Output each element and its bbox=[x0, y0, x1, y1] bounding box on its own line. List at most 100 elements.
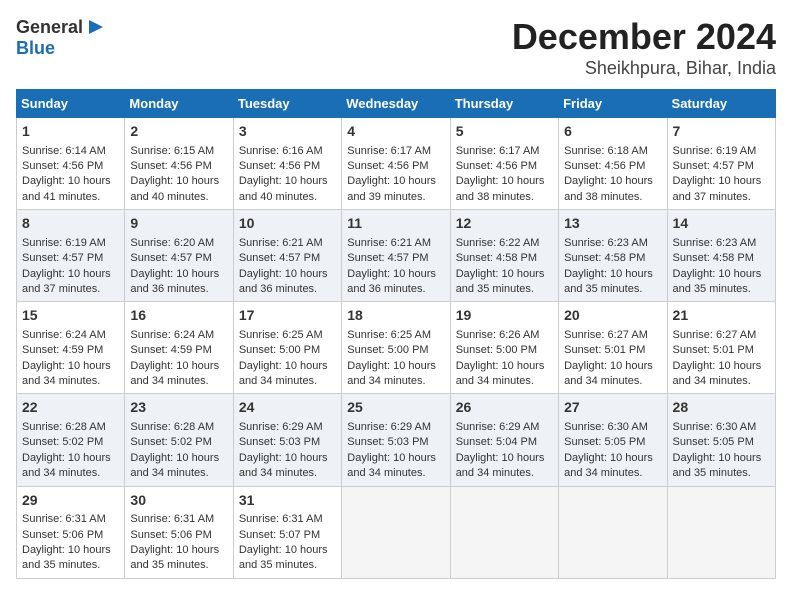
day-info-line: Daylight: 10 hours bbox=[239, 267, 336, 282]
calendar-cell: 31Sunrise: 6:31 AMSunset: 5:07 PMDayligh… bbox=[233, 486, 341, 578]
day-info-line: Sunrise: 6:27 AM bbox=[673, 328, 770, 343]
day-info-line: Sunrise: 6:16 AM bbox=[239, 144, 336, 159]
day-info-line: and 34 minutes. bbox=[130, 374, 227, 389]
day-number: 26 bbox=[456, 398, 553, 418]
day-number: 12 bbox=[456, 214, 553, 234]
day-info-line: Sunrise: 6:28 AM bbox=[22, 420, 119, 435]
day-info-line: Sunset: 5:01 PM bbox=[564, 343, 661, 358]
calendar-cell: 14Sunrise: 6:23 AMSunset: 4:58 PMDayligh… bbox=[667, 210, 775, 302]
day-info-line: Sunrise: 6:25 AM bbox=[347, 328, 444, 343]
day-info-line: Sunrise: 6:31 AM bbox=[22, 512, 119, 527]
day-info-line: Sunset: 5:02 PM bbox=[22, 435, 119, 450]
day-number: 13 bbox=[564, 214, 661, 234]
day-number: 28 bbox=[673, 398, 770, 418]
calendar-cell: 29Sunrise: 6:31 AMSunset: 5:06 PMDayligh… bbox=[17, 486, 125, 578]
day-info-line: Sunrise: 6:15 AM bbox=[130, 144, 227, 159]
calendar-cell: 2Sunrise: 6:15 AMSunset: 4:56 PMDaylight… bbox=[125, 118, 233, 210]
day-number: 5 bbox=[456, 122, 553, 142]
day-info-line: Sunrise: 6:20 AM bbox=[130, 236, 227, 251]
day-info-line: Daylight: 10 hours bbox=[347, 359, 444, 374]
calendar-week-row: 8Sunrise: 6:19 AMSunset: 4:57 PMDaylight… bbox=[17, 210, 776, 302]
day-number: 17 bbox=[239, 306, 336, 326]
day-info-line: Sunrise: 6:28 AM bbox=[130, 420, 227, 435]
day-info-line: and 35 minutes. bbox=[456, 282, 553, 297]
calendar-cell: 10Sunrise: 6:21 AMSunset: 4:57 PMDayligh… bbox=[233, 210, 341, 302]
day-info-line: and 35 minutes. bbox=[564, 282, 661, 297]
day-info-line: Daylight: 10 hours bbox=[456, 174, 553, 189]
day-info-line: Sunset: 5:00 PM bbox=[456, 343, 553, 358]
day-info-line: Sunset: 4:59 PM bbox=[130, 343, 227, 358]
day-info-line: Sunrise: 6:14 AM bbox=[22, 144, 119, 159]
day-info-line: Daylight: 10 hours bbox=[673, 267, 770, 282]
day-info-line: and 35 minutes. bbox=[130, 558, 227, 573]
calendar-cell: 20Sunrise: 6:27 AMSunset: 5:01 PMDayligh… bbox=[559, 302, 667, 394]
day-info-line: and 34 minutes. bbox=[564, 466, 661, 481]
day-info-line: Sunrise: 6:23 AM bbox=[673, 236, 770, 251]
day-info-line: Sunset: 4:56 PM bbox=[239, 159, 336, 174]
day-number: 15 bbox=[22, 306, 119, 326]
calendar-cell: 30Sunrise: 6:31 AMSunset: 5:06 PMDayligh… bbox=[125, 486, 233, 578]
calendar-cell: 13Sunrise: 6:23 AMSunset: 4:58 PMDayligh… bbox=[559, 210, 667, 302]
day-info-line: Sunrise: 6:27 AM bbox=[564, 328, 661, 343]
day-number: 18 bbox=[347, 306, 444, 326]
page-header: General Blue December 2024 Sheikhpura, B… bbox=[16, 16, 776, 79]
day-number: 9 bbox=[130, 214, 227, 234]
day-info-line: Sunset: 4:56 PM bbox=[22, 159, 119, 174]
day-info-line: Sunset: 4:57 PM bbox=[347, 251, 444, 266]
day-info-line: and 34 minutes. bbox=[673, 374, 770, 389]
calendar-table: SundayMondayTuesdayWednesdayThursdayFrid… bbox=[16, 89, 776, 579]
day-info-line: Daylight: 10 hours bbox=[673, 359, 770, 374]
day-info-line: Sunset: 5:02 PM bbox=[130, 435, 227, 450]
day-info-line: and 37 minutes. bbox=[673, 190, 770, 205]
day-number: 24 bbox=[239, 398, 336, 418]
calendar-cell bbox=[342, 486, 450, 578]
day-info-line: Sunrise: 6:21 AM bbox=[347, 236, 444, 251]
day-info-line: and 34 minutes. bbox=[347, 374, 444, 389]
day-info-line: and 38 minutes. bbox=[564, 190, 661, 205]
day-info-line: Daylight: 10 hours bbox=[564, 174, 661, 189]
calendar-cell: 25Sunrise: 6:29 AMSunset: 5:03 PMDayligh… bbox=[342, 394, 450, 486]
calendar-day-header: Thursday bbox=[450, 90, 558, 118]
day-info-line: and 41 minutes. bbox=[22, 190, 119, 205]
day-info-line: and 36 minutes. bbox=[130, 282, 227, 297]
day-info-line: Sunrise: 6:29 AM bbox=[347, 420, 444, 435]
day-number: 21 bbox=[673, 306, 770, 326]
day-info-line: Daylight: 10 hours bbox=[564, 267, 661, 282]
day-info-line: and 40 minutes. bbox=[239, 190, 336, 205]
day-info-line: and 34 minutes. bbox=[130, 466, 227, 481]
day-info-line: Sunset: 5:00 PM bbox=[347, 343, 444, 358]
subtitle: Sheikhpura, Bihar, India bbox=[512, 58, 776, 79]
day-number: 25 bbox=[347, 398, 444, 418]
day-number: 16 bbox=[130, 306, 227, 326]
logo-blue-text: Blue bbox=[16, 38, 55, 58]
day-info-line: Daylight: 10 hours bbox=[130, 267, 227, 282]
calendar-cell: 11Sunrise: 6:21 AMSunset: 4:57 PMDayligh… bbox=[342, 210, 450, 302]
day-info-line: Sunrise: 6:22 AM bbox=[456, 236, 553, 251]
calendar-day-header: Wednesday bbox=[342, 90, 450, 118]
calendar-cell: 5Sunrise: 6:17 AMSunset: 4:56 PMDaylight… bbox=[450, 118, 558, 210]
day-info-line: Daylight: 10 hours bbox=[130, 359, 227, 374]
day-number: 31 bbox=[239, 491, 336, 511]
day-info-line: and 35 minutes. bbox=[673, 282, 770, 297]
logo-general-text: General bbox=[16, 17, 83, 38]
day-info-line: Daylight: 10 hours bbox=[130, 543, 227, 558]
day-info-line: Daylight: 10 hours bbox=[456, 359, 553, 374]
day-info-line: and 35 minutes. bbox=[673, 466, 770, 481]
day-info-line: Sunset: 5:05 PM bbox=[673, 435, 770, 450]
day-info-line: Daylight: 10 hours bbox=[456, 267, 553, 282]
day-info-line: Daylight: 10 hours bbox=[239, 174, 336, 189]
day-info-line: and 34 minutes. bbox=[22, 374, 119, 389]
calendar-week-row: 22Sunrise: 6:28 AMSunset: 5:02 PMDayligh… bbox=[17, 394, 776, 486]
day-info-line: Sunset: 5:01 PM bbox=[673, 343, 770, 358]
calendar-day-header: Monday bbox=[125, 90, 233, 118]
day-number: 8 bbox=[22, 214, 119, 234]
day-info-line: and 34 minutes. bbox=[347, 466, 444, 481]
day-info-line: Sunrise: 6:17 AM bbox=[456, 144, 553, 159]
calendar-cell: 28Sunrise: 6:30 AMSunset: 5:05 PMDayligh… bbox=[667, 394, 775, 486]
calendar-cell: 22Sunrise: 6:28 AMSunset: 5:02 PMDayligh… bbox=[17, 394, 125, 486]
day-info-line: Sunset: 5:06 PM bbox=[130, 528, 227, 543]
day-number: 1 bbox=[22, 122, 119, 142]
day-info-line: Daylight: 10 hours bbox=[347, 174, 444, 189]
day-info-line: Daylight: 10 hours bbox=[22, 543, 119, 558]
day-info-line: Sunrise: 6:17 AM bbox=[347, 144, 444, 159]
